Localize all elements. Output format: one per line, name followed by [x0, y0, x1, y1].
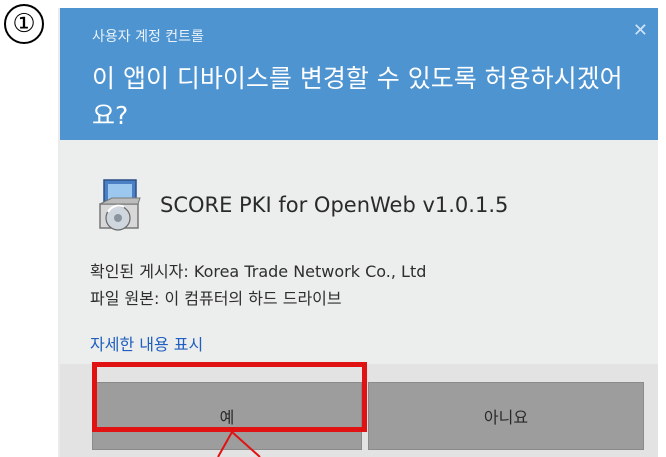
step-number-marker: ① [4, 4, 44, 44]
close-icon[interactable]: ✕ [633, 22, 648, 40]
app-info-row: SCORE PKI for OpenWeb v1.0.1.5 [90, 176, 508, 234]
show-details-link[interactable]: 자세한 내용 표시 [90, 331, 203, 355]
highlight-annotation-box [92, 362, 367, 432]
dialog-title: 사용자 계정 컨트롤 [92, 29, 204, 45]
annotation-arrow [217, 431, 261, 457]
publisher-text: 확인된 게시자: Korea Trade Network Co., Ltd [90, 262, 427, 281]
permission-question: 이 앱이 디바이스를 변경할 수 있도록 허용하시겠어요? [92, 64, 623, 130]
app-name: SCORE PKI for OpenWeb v1.0.1.5 [160, 193, 509, 217]
no-button[interactable]: 아니요 [368, 382, 644, 450]
dialog-header: 사용자 계정 컨트롤 ✕ 이 앱이 디바이스를 변경할 수 있도록 허용하시겠어… [60, 8, 658, 140]
installer-package-icon [99, 179, 141, 231]
publisher-info: 확인된 게시자: Korea Trade Network Co., Ltd 파일… [90, 258, 426, 312]
file-origin-text: 파일 원본: 이 컴퓨터의 하드 드라이브 [90, 289, 342, 308]
